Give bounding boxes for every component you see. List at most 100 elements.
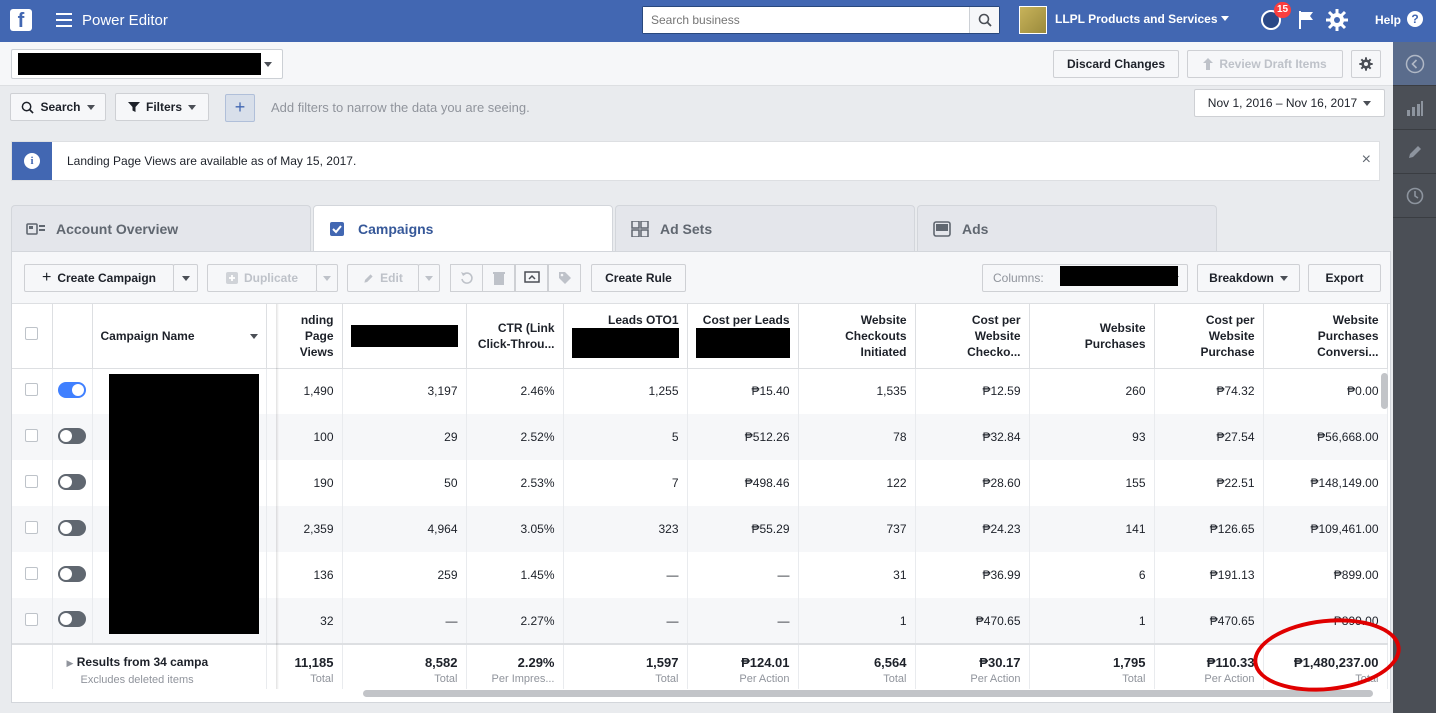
help-link[interactable]: Help xyxy=(1375,13,1401,27)
chevron-down-icon[interactable] xyxy=(1221,16,1229,21)
gear-icon[interactable] xyxy=(1325,8,1349,32)
business-name[interactable]: LLPL Products and Services xyxy=(1055,12,1218,26)
row-toggle-cell[interactable] xyxy=(52,506,93,552)
search-filter-button[interactable]: Search xyxy=(10,93,106,121)
row-checkbox[interactable] xyxy=(25,567,39,580)
chevron-down-icon xyxy=(181,275,190,281)
row-checkbox-cell[interactable] xyxy=(12,368,53,414)
campaign-toolbar: + Create Campaign Duplicate Edit Create … xyxy=(12,252,1390,304)
tab-ads[interactable]: Ads xyxy=(917,205,1217,251)
row-checkbox[interactable] xyxy=(25,521,39,534)
metric-cell: 50 xyxy=(342,460,467,506)
campaign-status-toggle[interactable] xyxy=(58,565,86,582)
campaign-status-toggle[interactable] xyxy=(58,473,86,490)
charts-rail-button[interactable] xyxy=(1393,86,1436,130)
header-checkbox-cell[interactable] xyxy=(12,304,53,369)
row-checkbox-cell[interactable] xyxy=(12,506,53,552)
search-button[interactable] xyxy=(969,7,999,33)
date-range-picker[interactable]: Nov 1, 2016 – Nov 16, 2017 xyxy=(1194,89,1385,117)
close-icon[interactable]: × xyxy=(1362,151,1371,169)
ad-account-selector[interactable] xyxy=(11,49,283,79)
select-all-checkbox[interactable] xyxy=(25,327,39,341)
header-cost-per-checkout[interactable]: Cost per Website Checko... xyxy=(915,304,1030,369)
help-icon[interactable]: ? xyxy=(1407,11,1423,27)
campaign-status-toggle[interactable] xyxy=(58,427,86,444)
row-toggle-cell[interactable] xyxy=(52,414,93,460)
header-cost-per-leads[interactable]: Cost per Leads xyxy=(687,304,799,369)
tag-button[interactable] xyxy=(548,264,581,292)
header-website-purchases[interactable]: Website Purchases xyxy=(1029,304,1155,369)
duplicate-dropdown[interactable] xyxy=(316,264,338,292)
header-purchase-conversion[interactable]: Website Purchases Conversi... xyxy=(1263,304,1388,369)
row-toggle-cell[interactable] xyxy=(52,368,93,414)
campaign-status-toggle[interactable] xyxy=(58,519,86,536)
delete-button[interactable] xyxy=(482,264,515,292)
header-leads-oto1[interactable]: Leads OTO1 xyxy=(563,304,688,369)
metric-cell: ₱512.26 xyxy=(687,414,799,460)
export-button[interactable]: Export xyxy=(1308,264,1381,292)
metric-cell: 141 xyxy=(1029,506,1155,552)
header-campaign-name[interactable]: Campaign Name xyxy=(92,304,267,369)
row-checkbox-cell[interactable] xyxy=(12,552,53,598)
campaign-status-toggle[interactable] xyxy=(58,381,86,398)
row-checkbox-cell[interactable] xyxy=(12,598,53,644)
add-filter-button[interactable]: + xyxy=(225,94,255,122)
business-search-input[interactable] xyxy=(643,7,963,33)
vertical-scrollbar[interactable] xyxy=(1381,373,1388,409)
header-redacted[interactable] xyxy=(342,304,467,369)
header-ctr[interactable]: CTR (Link Click-Throu... xyxy=(466,304,564,369)
row-toggle-cell[interactable] xyxy=(52,552,93,598)
facebook-logo-icon[interactable]: f xyxy=(10,9,32,31)
tab-account-overview[interactable]: Account Overview xyxy=(11,205,311,251)
row-checkbox-cell[interactable] xyxy=(12,460,53,506)
create-campaign-button[interactable]: + Create Campaign xyxy=(24,264,174,292)
review-draft-items-button[interactable]: Review Draft Items xyxy=(1187,50,1343,78)
breakdown-dropdown[interactable]: Breakdown xyxy=(1197,264,1300,292)
row-toggle-cell[interactable] xyxy=(52,460,93,506)
history-rail-button[interactable] xyxy=(1393,174,1436,218)
create-rule-button[interactable]: Create Rule xyxy=(591,264,686,292)
info-icon: i xyxy=(24,153,40,169)
row-checkbox[interactable] xyxy=(25,612,39,626)
row-checkbox[interactable] xyxy=(25,475,39,488)
row-checkbox-cell[interactable] xyxy=(12,414,53,460)
totals-label-cell[interactable]: ▶ Results from 34 campa Excludes deleted… xyxy=(52,643,267,689)
business-avatar[interactable] xyxy=(1019,6,1047,34)
duplicate-button[interactable]: Duplicate xyxy=(207,264,317,292)
redacted-header-label xyxy=(350,324,458,347)
flag-icon[interactable] xyxy=(1296,9,1316,31)
metric-cell: ₱191.13 xyxy=(1154,552,1264,598)
settings-button[interactable] xyxy=(1351,50,1381,78)
campaigns-panel: + Create Campaign Duplicate Edit Create … xyxy=(11,251,1391,703)
chevron-down-icon[interactable] xyxy=(249,333,258,339)
chevron-down-icon xyxy=(1363,100,1372,106)
header-checkouts-initiated[interactable]: Website Checkouts Initiated xyxy=(798,304,916,369)
metric-cell: 5 xyxy=(563,414,688,460)
review-draft-items-label: Review Draft Items xyxy=(1219,57,1327,71)
metric-cell: ₱470.65 xyxy=(1154,598,1264,644)
filters-button[interactable]: Filters xyxy=(115,93,209,121)
campaign-status-toggle[interactable] xyxy=(58,611,86,627)
preview-button[interactable] xyxy=(515,264,548,292)
row-checkbox[interactable] xyxy=(25,429,39,442)
revert-button[interactable] xyxy=(450,264,483,292)
collapse-rail-button[interactable] xyxy=(1393,42,1436,86)
redacted-campaign-names xyxy=(109,374,259,634)
excludes-label: Excludes deleted items xyxy=(80,673,194,686)
header-cost-per-purchase[interactable]: Cost per Website Purchase xyxy=(1154,304,1264,369)
tab-campaigns[interactable]: Campaigns xyxy=(313,205,613,251)
menu-icon[interactable] xyxy=(56,13,72,27)
tab-ad-sets[interactable]: Ad Sets xyxy=(615,205,915,251)
expand-triangle-icon[interactable]: ▶ xyxy=(67,658,74,668)
tab-label: Ads xyxy=(962,220,989,237)
pencil-icon xyxy=(364,273,373,283)
discard-changes-button[interactable]: Discard Changes xyxy=(1053,50,1179,78)
row-checkbox[interactable] xyxy=(25,383,39,397)
edit-button[interactable]: Edit xyxy=(347,264,419,292)
horizontal-scrollbar[interactable] xyxy=(363,690,1373,697)
total-label: Total xyxy=(434,672,458,685)
create-campaign-dropdown[interactable] xyxy=(173,264,198,292)
edit-rail-button[interactable] xyxy=(1393,130,1436,174)
edit-dropdown[interactable] xyxy=(418,264,440,292)
row-toggle-cell[interactable] xyxy=(52,598,93,644)
